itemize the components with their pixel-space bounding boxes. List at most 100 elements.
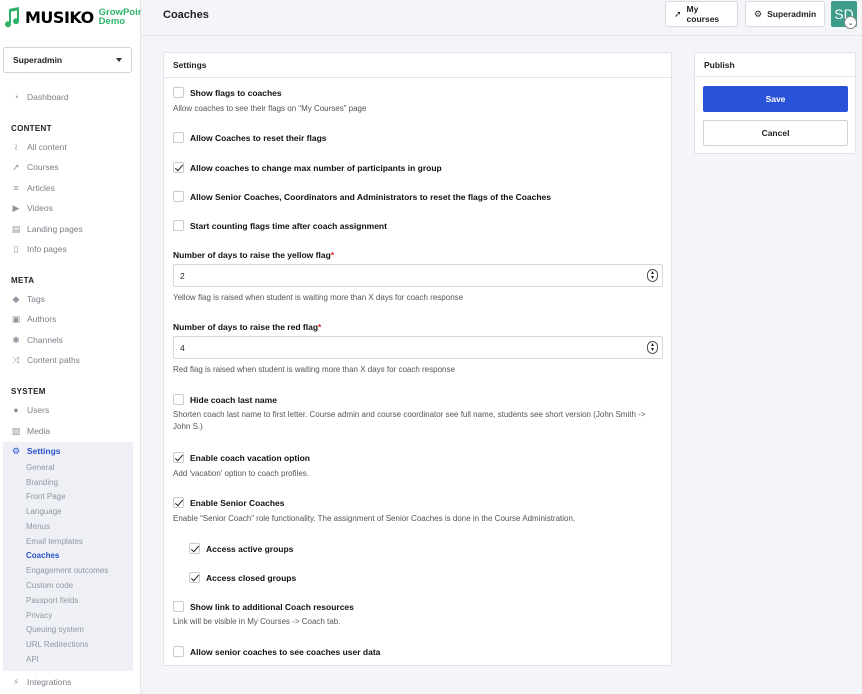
sub-front-page[interactable]: Front Page	[26, 492, 66, 501]
nav-settings[interactable]: ⚙ Settings	[11, 443, 61, 459]
reset-flags-row[interactable]: Allow Coaches to reset their flags	[173, 132, 327, 143]
active-groups-checkbox[interactable]	[189, 543, 200, 554]
hide-last-row[interactable]: Hide coach last name	[173, 394, 277, 405]
vacation-help: Add 'vacation' option to coach profiles.	[173, 469, 310, 478]
music-note-icon	[5, 7, 20, 28]
nav-label: Content paths	[27, 355, 80, 365]
play-icon: ▶	[12, 202, 20, 213]
id-card-icon: ▣	[11, 313, 21, 324]
sub-branding[interactable]: Branding	[26, 478, 58, 487]
sidebar: MUSIKO GrowPoint Demo Superadmin ◔ Dashb…	[0, 0, 147, 694]
nav-label: Tags	[27, 294, 45, 304]
sub-menus[interactable]: Menus	[26, 522, 50, 531]
nav-authors[interactable]: ▣ Authors	[11, 311, 57, 327]
sub-email-templates[interactable]: Email templates	[26, 537, 83, 546]
rss-icon: ≀	[14, 141, 18, 152]
yellow-flag-label: Number of days to raise the yellow flag*	[173, 250, 334, 260]
sub-engagement-outcomes[interactable]: Engagement outcomes	[26, 566, 108, 575]
nav-content-paths[interactable]: ⤨ Content paths	[11, 352, 80, 368]
nav-info-pages[interactable]: ▯ Info pages	[11, 241, 67, 257]
sub-api[interactable]: API	[26, 655, 39, 664]
resources-checkbox[interactable]	[173, 601, 184, 612]
reset-flags-checkbox[interactable]	[173, 132, 184, 143]
resources-row[interactable]: Show link to additional Coach resources	[173, 601, 354, 612]
show-flags-help: Allow coaches to see their flags on “My …	[173, 104, 367, 113]
show-flags-checkbox[interactable]	[173, 87, 184, 98]
vacation-label: Enable coach vacation option	[190, 452, 310, 463]
sub-custom-code[interactable]: Custom code	[26, 581, 73, 590]
role-select[interactable]: Superadmin	[3, 47, 132, 73]
save-button[interactable]: Save	[703, 86, 848, 112]
nav-media[interactable]: ▨ Media	[11, 423, 50, 439]
brand-sub-line2: Demo	[98, 16, 126, 27]
publish-panel: Publish Save Cancel	[694, 52, 856, 154]
hide-last-checkbox[interactable]	[173, 394, 184, 405]
nav-dashboard[interactable]: ◔ Dashboard	[11, 89, 69, 105]
cancel-button[interactable]: Cancel	[703, 120, 848, 146]
show-flags-label: Show flags to coaches	[190, 87, 282, 98]
my-courses-label: My courses	[686, 4, 720, 24]
yellow-flag-help: Yellow flag is raised when student is wa…	[173, 293, 464, 302]
nav-all-content[interactable]: ≀ All content	[11, 139, 67, 155]
red-flag-help: Red flag is raised when student is waiti…	[173, 365, 455, 374]
change-max-checkbox[interactable]	[173, 162, 184, 173]
change-max-row[interactable]: Allow coaches to change max number of pa…	[173, 162, 442, 173]
role-select-value: Superadmin	[13, 55, 63, 65]
show-flags-row[interactable]: Show flags to coaches	[173, 87, 282, 98]
nav-users[interactable]: ● Users	[11, 402, 49, 418]
yellow-flag-value: 2	[180, 270, 185, 281]
sub-queuing-system[interactable]: Queuing system	[26, 625, 84, 634]
chevron-down-icon	[116, 58, 122, 62]
nav-tags[interactable]: ◆ Tags	[11, 291, 45, 307]
file-icon: ▯	[13, 243, 19, 254]
senior-reset-checkbox[interactable]	[173, 191, 184, 202]
sub-privacy[interactable]: Privacy	[26, 611, 52, 620]
change-max-label: Allow coaches to change max number of pa…	[190, 162, 442, 173]
sub-passport-fields[interactable]: Passport fields	[26, 596, 78, 605]
start-counting-row[interactable]: Start counting flags time after coach as…	[173, 220, 387, 231]
nav-videos[interactable]: ▶ Videos	[11, 200, 53, 216]
yellow-flag-input[interactable]: 2 ▴ ▾	[173, 264, 663, 287]
sub-coaches[interactable]: Coaches	[26, 551, 59, 560]
tag-icon: ◆	[12, 293, 20, 304]
senior-user-data-row[interactable]: Allow senior coaches to see coaches user…	[173, 646, 380, 657]
nav-label: Articles	[27, 183, 55, 193]
brand-name: MUSIKO	[25, 7, 94, 27]
vacation-row[interactable]: Enable coach vacation option	[173, 452, 310, 463]
brand-sub: GrowPoint Demo	[98, 8, 147, 27]
nav-channels[interactable]: ✱ Channels	[11, 332, 63, 348]
nav-label: Info pages	[27, 244, 67, 254]
red-flag-input[interactable]: 4 ▴ ▾	[173, 336, 663, 359]
sub-url-redirections[interactable]: URL Redirections	[26, 640, 88, 649]
active-groups-row[interactable]: Access active groups	[189, 543, 293, 554]
nav-courses[interactable]: ➚ Courses	[11, 159, 58, 175]
nav-dashboard-label: Dashboard	[27, 92, 69, 102]
superadmin-button[interactable]: ⚙ Superadmin	[745, 1, 825, 27]
nav-label: All content	[27, 142, 67, 152]
my-courses-button[interactable]: ➚ My courses	[665, 1, 738, 27]
sub-general[interactable]: General	[26, 463, 54, 472]
nav-label: Users	[27, 405, 50, 415]
nav-articles[interactable]: ≡ Articles	[11, 180, 55, 196]
resources-help: Link will be visible in My Courses -> Co…	[173, 617, 341, 626]
sub-language[interactable]: Language	[26, 507, 62, 516]
senior-reset-row[interactable]: Allow Senior Coaches, Coordinators and A…	[173, 191, 551, 202]
red-flag-label: Number of days to raise the red flag*	[173, 322, 321, 332]
plug-icon: ⚡	[12, 676, 20, 687]
start-counting-checkbox[interactable]	[173, 220, 184, 231]
number-spinner-icon[interactable]: ▴ ▾	[647, 269, 658, 282]
start-counting-label: Start counting flags time after coach as…	[190, 220, 387, 231]
senior-checkbox[interactable]	[173, 497, 184, 508]
senior-row[interactable]: Enable Senior Coaches	[173, 497, 284, 508]
nav-integrations[interactable]: ⚡ Integrations	[11, 674, 72, 690]
closed-groups-checkbox[interactable]	[189, 572, 200, 583]
reset-flags-label: Allow Coaches to reset their flags	[190, 132, 327, 143]
nav-landing-pages[interactable]: ▤ Landing pages	[11, 221, 83, 237]
vacation-checkbox[interactable]	[173, 452, 184, 463]
page-title: Coaches	[163, 9, 209, 21]
senior-user-data-checkbox[interactable]	[173, 646, 184, 657]
brand-logo[interactable]: MUSIKO GrowPoint Demo	[4, 2, 147, 32]
chevron-down-icon[interactable]: ⌄	[844, 16, 857, 29]
closed-groups-row[interactable]: Access closed groups	[189, 572, 296, 583]
number-spinner-icon[interactable]: ▴ ▾	[647, 341, 658, 354]
